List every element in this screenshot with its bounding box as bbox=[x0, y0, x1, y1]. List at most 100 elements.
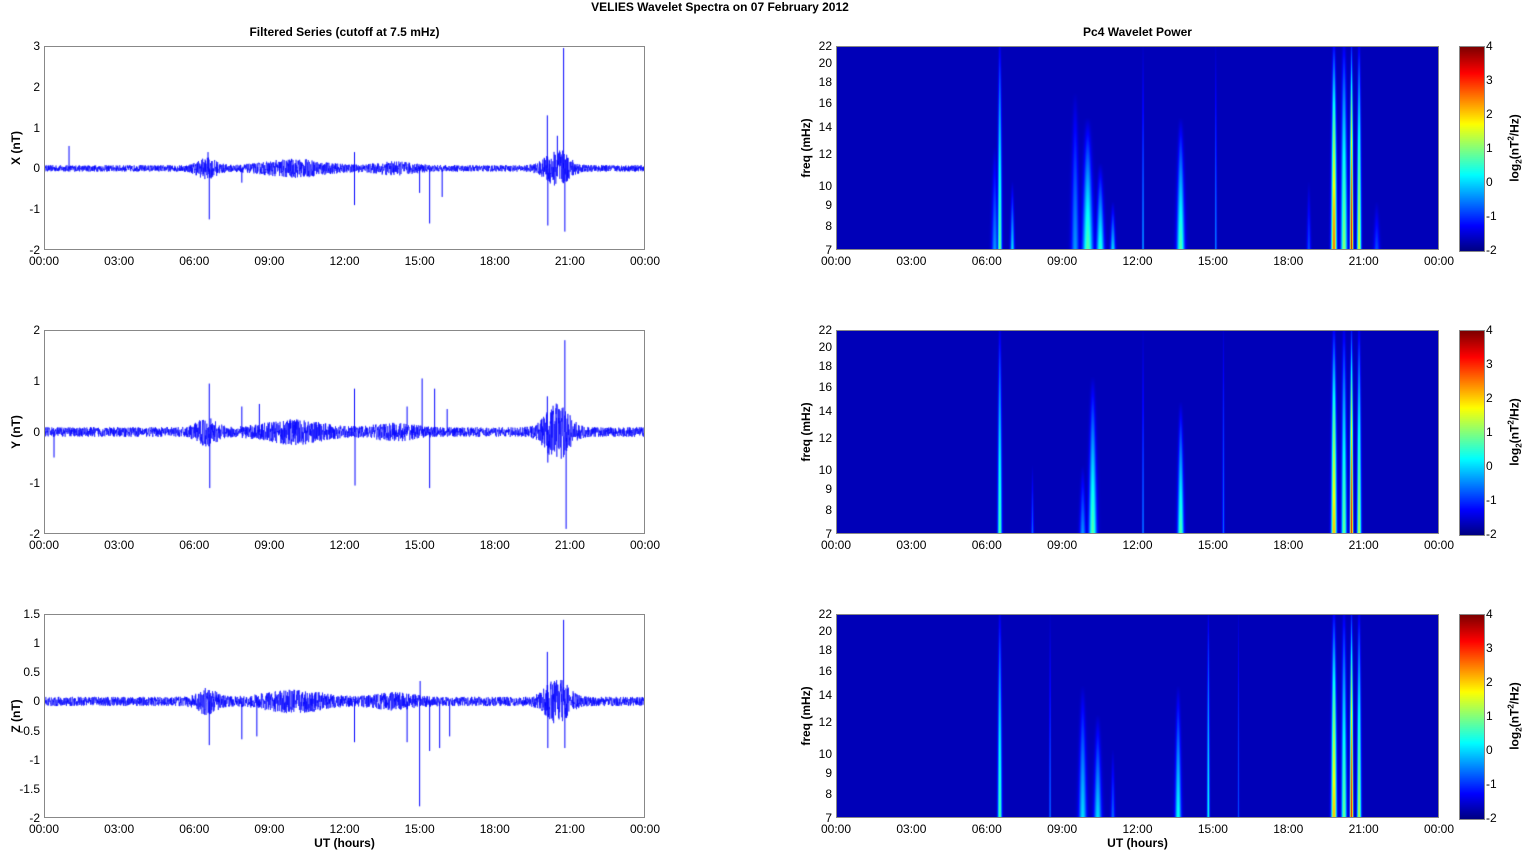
x-tick-label: 18:00 bbox=[1273, 822, 1304, 836]
y-axis-label-5: freq (mHz) bbox=[799, 686, 813, 746]
colorbar-tick-label: 4 bbox=[1486, 39, 1493, 53]
y-tick-label: 8 bbox=[825, 219, 832, 234]
y-tick-label: 18 bbox=[818, 74, 832, 89]
y-tick-label: 22 bbox=[818, 607, 832, 621]
y-axis-label-1: freq (mHz) bbox=[799, 118, 813, 178]
x-tick-label: 21:00 bbox=[554, 254, 585, 268]
x-tick-label: 18:00 bbox=[479, 822, 510, 836]
y-tick-label: 10 bbox=[818, 463, 832, 478]
y-tick-label: 22 bbox=[818, 39, 832, 53]
x-tick-label: 12:00 bbox=[329, 538, 360, 552]
axes-frame-2 bbox=[44, 330, 645, 534]
x-tick-label: 12:00 bbox=[1122, 538, 1153, 552]
x-tick-label: 00:00 bbox=[1423, 538, 1455, 552]
y-tick-label: 0.5 bbox=[23, 665, 40, 680]
y-tick-label: 2 bbox=[33, 323, 40, 337]
y-tick-label: 14 bbox=[818, 687, 832, 702]
axes-frame-1 bbox=[836, 46, 1439, 250]
panel-title-1: Pc4 Wavelet Power bbox=[1083, 25, 1192, 39]
colorbar-label: log2(nT2/Hz) bbox=[1506, 114, 1524, 182]
y-tick-label: 18 bbox=[818, 358, 832, 373]
x-tick-label: 12:00 bbox=[329, 822, 360, 836]
x-tick-label: 03:00 bbox=[896, 538, 927, 552]
x-tick-label: 06:00 bbox=[179, 822, 210, 836]
axes-frame-3 bbox=[836, 330, 1439, 534]
colorbar-tick-label: 0 bbox=[1486, 743, 1493, 757]
x-tick-label: 06:00 bbox=[179, 538, 210, 552]
y-tick-label: -2 bbox=[29, 527, 40, 541]
figure: VELIES Wavelet Spectra on 07 February 20… bbox=[0, 0, 1526, 851]
x-tick-label: 18:00 bbox=[479, 254, 510, 268]
figure-title: VELIES Wavelet Spectra on 07 February 20… bbox=[591, 0, 849, 14]
colorbar-tick-label: 4 bbox=[1486, 607, 1493, 621]
y-tick-label: 9 bbox=[825, 766, 832, 781]
y-tick-label: 10 bbox=[818, 747, 832, 762]
y-tick-label: 0 bbox=[33, 161, 40, 176]
y-tick-label: 16 bbox=[818, 95, 832, 110]
colorbar-tick-label: 0 bbox=[1486, 459, 1493, 473]
y-tick-label: 14 bbox=[818, 119, 832, 134]
colorbar-tick-label: -2 bbox=[1486, 527, 1497, 541]
colorbar bbox=[1459, 330, 1485, 536]
colorbar-tick-label: -1 bbox=[1486, 777, 1497, 791]
x-tick-label: 03:00 bbox=[104, 822, 135, 836]
y-tick-label: 16 bbox=[818, 379, 832, 394]
colorbar-tick-label: 0 bbox=[1486, 175, 1493, 189]
colorbar-tick-label: 1 bbox=[1486, 425, 1493, 439]
y-tick-label: 12 bbox=[818, 714, 832, 729]
x-tick-label: 00:00 bbox=[629, 254, 661, 268]
axes-frame-4 bbox=[44, 614, 645, 818]
y-tick-label: 1 bbox=[33, 636, 40, 651]
x-tick-label: 21:00 bbox=[1348, 538, 1379, 552]
y-tick-label: 2 bbox=[33, 79, 40, 94]
x-tick-label: 18:00 bbox=[479, 538, 510, 552]
x-tick-label: 21:00 bbox=[1348, 254, 1379, 268]
colorbar-tick-label: 2 bbox=[1486, 107, 1493, 121]
y-tick-label: 16 bbox=[818, 663, 832, 678]
x-tick-label: 21:00 bbox=[1348, 822, 1379, 836]
x-tick-label: 06:00 bbox=[971, 822, 1002, 836]
colorbar-tick-label: 2 bbox=[1486, 391, 1493, 405]
x-tick-label: 09:00 bbox=[1047, 822, 1078, 836]
y-tick-label: 1.5 bbox=[23, 607, 40, 621]
y-tick-label: -1.5 bbox=[19, 781, 40, 796]
y-tick-label: -1 bbox=[29, 752, 40, 767]
y-tick-label: 8 bbox=[825, 503, 832, 518]
colorbar-tick-label: 3 bbox=[1486, 357, 1493, 371]
x-tick-label: 15:00 bbox=[1197, 822, 1228, 836]
x-tick-label: 15:00 bbox=[404, 538, 435, 552]
y-tick-label: -2 bbox=[29, 811, 40, 825]
y-tick-label: -2 bbox=[29, 243, 40, 257]
x-tick-label: 00:00 bbox=[1423, 822, 1455, 836]
y-tick-label: 18 bbox=[818, 642, 832, 657]
y-tick-label: 20 bbox=[818, 339, 832, 354]
colorbar-tick-label: 1 bbox=[1486, 141, 1493, 155]
y-axis-label-2: Y (nT) bbox=[9, 415, 23, 449]
y-tick-label: 8 bbox=[825, 787, 832, 802]
colorbar-tick-label: 2 bbox=[1486, 675, 1493, 689]
axes-frame-0 bbox=[44, 46, 645, 250]
y-tick-label: 12 bbox=[818, 146, 832, 161]
y-tick-label: 1 bbox=[33, 374, 40, 388]
y-tick-label: 20 bbox=[818, 55, 832, 70]
x-tick-label: 12:00 bbox=[1122, 254, 1153, 268]
colorbar-label: log2(nT2/Hz) bbox=[1506, 398, 1524, 466]
y-tick-label: 0 bbox=[33, 425, 40, 439]
y-tick-label: 7 bbox=[825, 243, 832, 257]
y-tick-label: 14 bbox=[818, 403, 832, 418]
colorbar-tick-label: -2 bbox=[1486, 243, 1497, 257]
y-tick-label: 22 bbox=[818, 323, 832, 337]
y-tick-label: -1 bbox=[29, 202, 40, 217]
x-tick-label: 18:00 bbox=[1273, 538, 1304, 552]
y-axis-label-0: X (nT) bbox=[9, 131, 23, 165]
y-tick-label: -0.5 bbox=[19, 723, 40, 738]
y-tick-label: 7 bbox=[825, 527, 832, 541]
x-tick-label: 12:00 bbox=[1122, 822, 1153, 836]
x-tick-label: 00:00 bbox=[629, 822, 661, 836]
x-tick-label: 18:00 bbox=[1273, 254, 1304, 268]
x-axis-label-5: UT (hours) bbox=[1107, 836, 1168, 850]
x-tick-label: 21:00 bbox=[554, 822, 585, 836]
y-tick-label: 9 bbox=[825, 198, 832, 213]
y-tick-label: -1 bbox=[29, 476, 40, 490]
x-tick-label: 00:00 bbox=[629, 538, 661, 552]
